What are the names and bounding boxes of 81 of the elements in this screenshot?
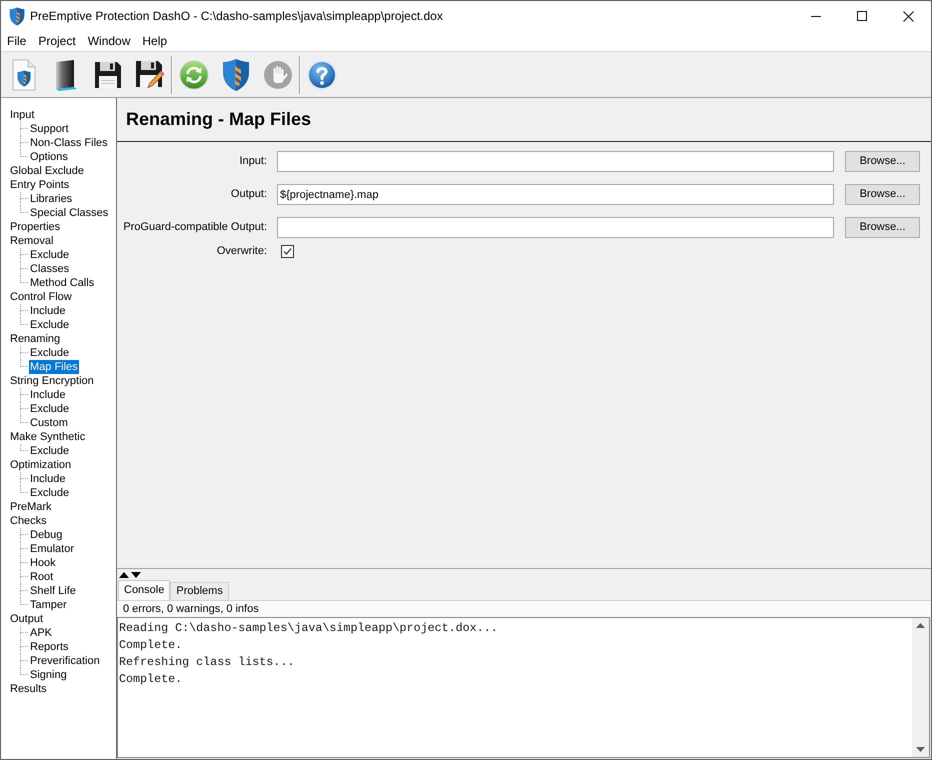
- tree-item[interactable]: Tamper: [29, 598, 68, 612]
- field-label: ProGuard-compatible Output:: [122, 220, 267, 236]
- tree-item[interactable]: Exclude: [29, 248, 70, 262]
- status-summary: 0 errors, 0 warnings, 0 infos: [123, 602, 259, 617]
- tree-item[interactable]: Entry Points: [9, 178, 70, 192]
- console-line: Complete.: [119, 637, 184, 654]
- tree-item[interactable]: Renaming: [9, 332, 62, 346]
- tree-item[interactable]: Make Synthetic: [9, 430, 86, 444]
- tree-item[interactable]: Classes: [29, 262, 70, 276]
- tree-item[interactable]: Reports: [29, 640, 70, 654]
- up-arrow-icon[interactable]: [119, 572, 129, 578]
- new-document-icon[interactable]: [12, 58, 36, 90]
- refresh-icon[interactable]: [179, 60, 209, 90]
- checkbox[interactable]: [281, 244, 294, 258]
- tree-item[interactable]: Exclude: [29, 486, 70, 500]
- tree-item[interactable]: Special Classes: [29, 206, 110, 220]
- tree-item[interactable]: Emulator: [29, 542, 76, 556]
- tree-item[interactable]: Control Flow: [9, 290, 73, 304]
- tree-item[interactable]: Optimization: [9, 458, 72, 472]
- shield-icon[interactable]: [222, 58, 250, 92]
- file-path-field[interactable]: [277, 217, 834, 238]
- scroll-up-icon[interactable]: [916, 623, 925, 628]
- tree-item[interactable]: Exclude: [29, 318, 70, 332]
- menu-item[interactable]: File: [7, 32, 26, 50]
- maximize-icon[interactable]: [857, 11, 867, 21]
- tree-item[interactable]: String Encryption: [9, 374, 95, 388]
- file-path-field[interactable]: [277, 151, 834, 172]
- tree-item[interactable]: Exclude: [29, 402, 70, 416]
- tree-item[interactable]: Results: [9, 682, 48, 696]
- tree-item[interactable]: Options: [29, 150, 69, 164]
- console-line: Refreshing class lists...: [119, 654, 296, 671]
- tree-item[interactable]: Output: [9, 612, 44, 626]
- tree-item[interactable]: Exclude: [29, 346, 70, 360]
- tree-item[interactable]: Exclude: [29, 444, 70, 458]
- tree-item[interactable]: Root: [29, 570, 54, 584]
- tree-item[interactable]: APK: [29, 626, 54, 640]
- close-icon[interactable]: [902, 10, 914, 22]
- vertical-scrollbar[interactable]: [912, 618, 929, 757]
- scroll-down-icon[interactable]: [916, 747, 925, 752]
- browse-button[interactable]: Browse...: [845, 151, 920, 172]
- tree-item[interactable]: Custom: [29, 416, 69, 430]
- help-icon[interactable]: [306, 58, 338, 90]
- tree-item[interactable]: Map Files: [29, 360, 79, 374]
- tree-item[interactable]: Support: [29, 122, 70, 136]
- tree-item[interactable]: Include: [29, 304, 66, 318]
- app-shield-icon: [9, 6, 25, 26]
- browse-button[interactable]: Browse...: [845, 184, 920, 205]
- save-icon[interactable]: [94, 60, 122, 88]
- tree-item[interactable]: Checks: [9, 514, 48, 528]
- file-path-field[interactable]: ${projectname}.map: [277, 184, 834, 205]
- tab[interactable]: Problems: [170, 582, 229, 600]
- down-arrow-icon[interactable]: [131, 572, 141, 578]
- tree-item[interactable]: Hook: [29, 556, 57, 570]
- tree-item[interactable]: Non-Class Files: [29, 136, 109, 150]
- floppy-pencil-icon[interactable]: [135, 60, 165, 90]
- tree-item[interactable]: Shelf Life: [29, 584, 77, 598]
- menu-item[interactable]: Project: [38, 32, 76, 50]
- tree-item[interactable]: Method Calls: [29, 276, 96, 290]
- menu-item[interactable]: Help: [142, 32, 168, 50]
- tree-item[interactable]: Properties: [9, 220, 62, 234]
- tab[interactable]: Console: [118, 580, 170, 600]
- tree-item[interactable]: Include: [29, 388, 66, 402]
- tree-item[interactable]: Include: [29, 472, 66, 486]
- tree-item[interactable]: Libraries: [29, 192, 74, 206]
- window-title: PreEmptive Protection DashO - C:\dasho-samples\java\simpleapp\project.dox: [30, 8, 443, 25]
- tree-item[interactable]: PreMark: [9, 500, 53, 514]
- menu-item[interactable]: Window: [88, 32, 130, 50]
- tree-item[interactable]: Global Exclude: [9, 164, 85, 178]
- tree-item[interactable]: Debug: [29, 528, 64, 542]
- page-title: Renaming - Map Files: [126, 108, 312, 131]
- field-label: Input:: [238, 154, 267, 170]
- tree-item[interactable]: Preverification: [29, 654, 101, 668]
- book-icon[interactable]: [53, 58, 79, 90]
- tree-item[interactable]: Removal: [9, 234, 54, 248]
- console-line: Complete.: [119, 671, 184, 688]
- field-label: Overwrite:: [216, 244, 267, 259]
- field-label: Output:: [230, 187, 267, 202]
- browse-button[interactable]: Browse...: [845, 217, 920, 238]
- console-line: Reading C:\dasho-samples\java\simpleapp\project.dox...: [119, 620, 499, 637]
- tree-item[interactable]: Input: [9, 108, 36, 122]
- tree-item[interactable]: Signing: [29, 668, 68, 682]
